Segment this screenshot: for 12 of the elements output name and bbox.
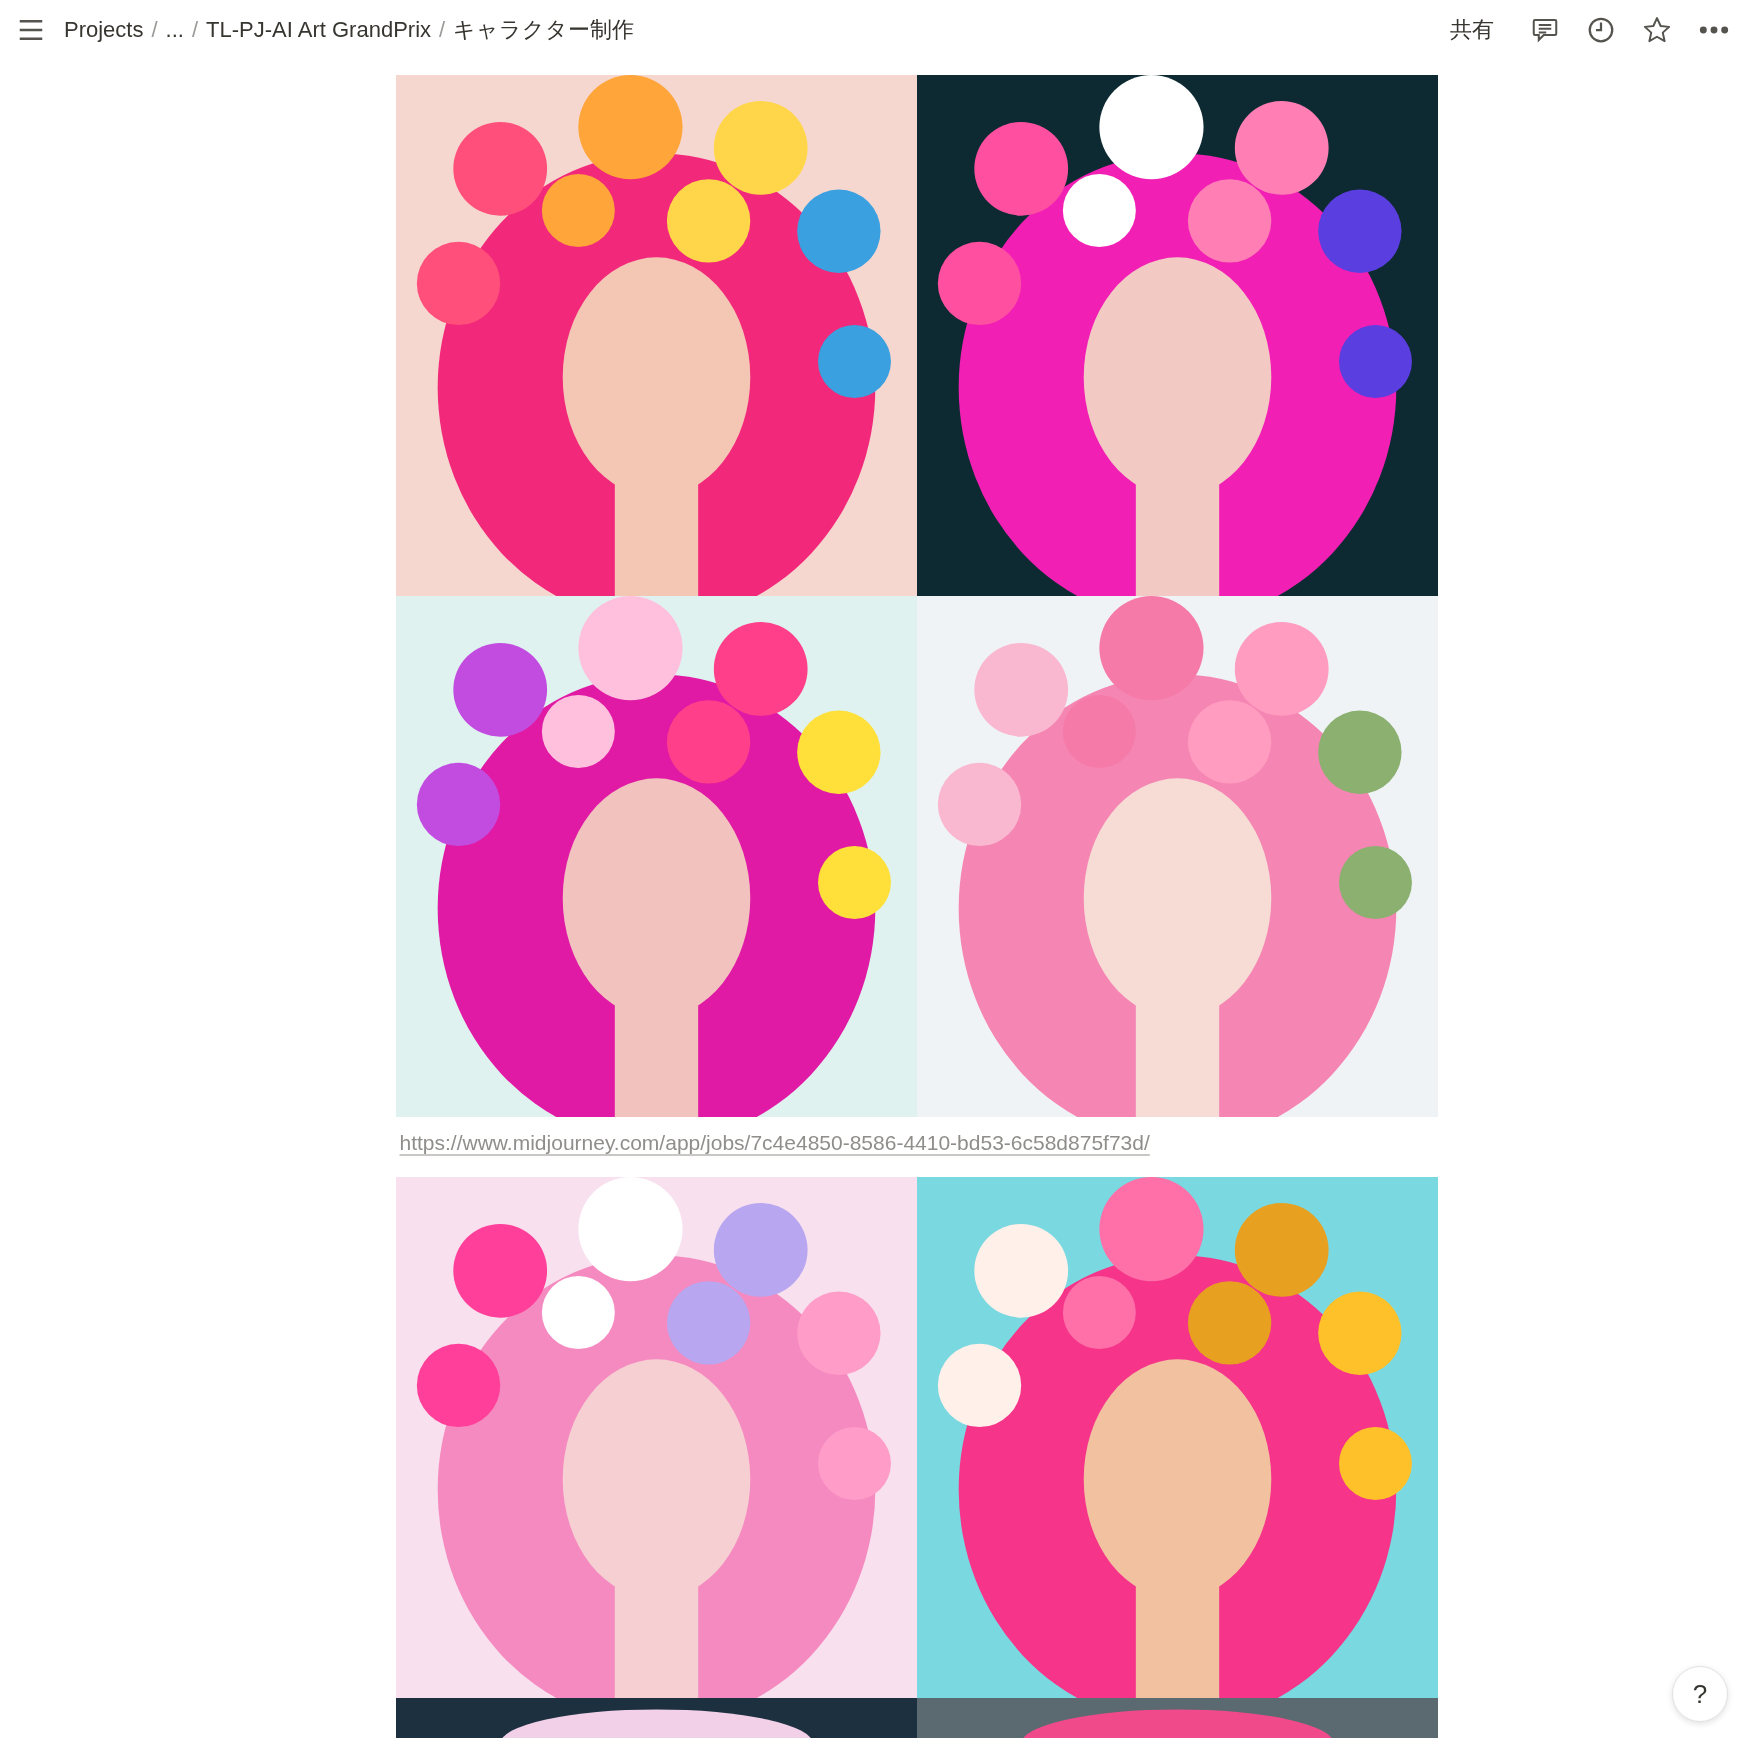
breadcrumb-separator: / <box>190 17 200 43</box>
share-button[interactable]: 共有 <box>1440 15 1504 45</box>
breadcrumb-item[interactable]: キャラクター制作 <box>449 15 639 45</box>
more-icon[interactable] <box>1698 24 1730 36</box>
breadcrumb-item[interactable]: Projects <box>60 17 148 43</box>
breadcrumb-item[interactable]: ... <box>161 17 188 43</box>
star-icon[interactable] <box>1642 15 1672 45</box>
clock-icon[interactable] <box>1586 15 1616 45</box>
breadcrumb-separator: / <box>150 17 159 43</box>
breadcrumb-separator: / <box>438 17 447 43</box>
breadcrumb-item[interactable]: TL-PJ-AI Art GrandPrix <box>202 17 436 43</box>
help-button[interactable]: ? <box>1672 1666 1728 1722</box>
